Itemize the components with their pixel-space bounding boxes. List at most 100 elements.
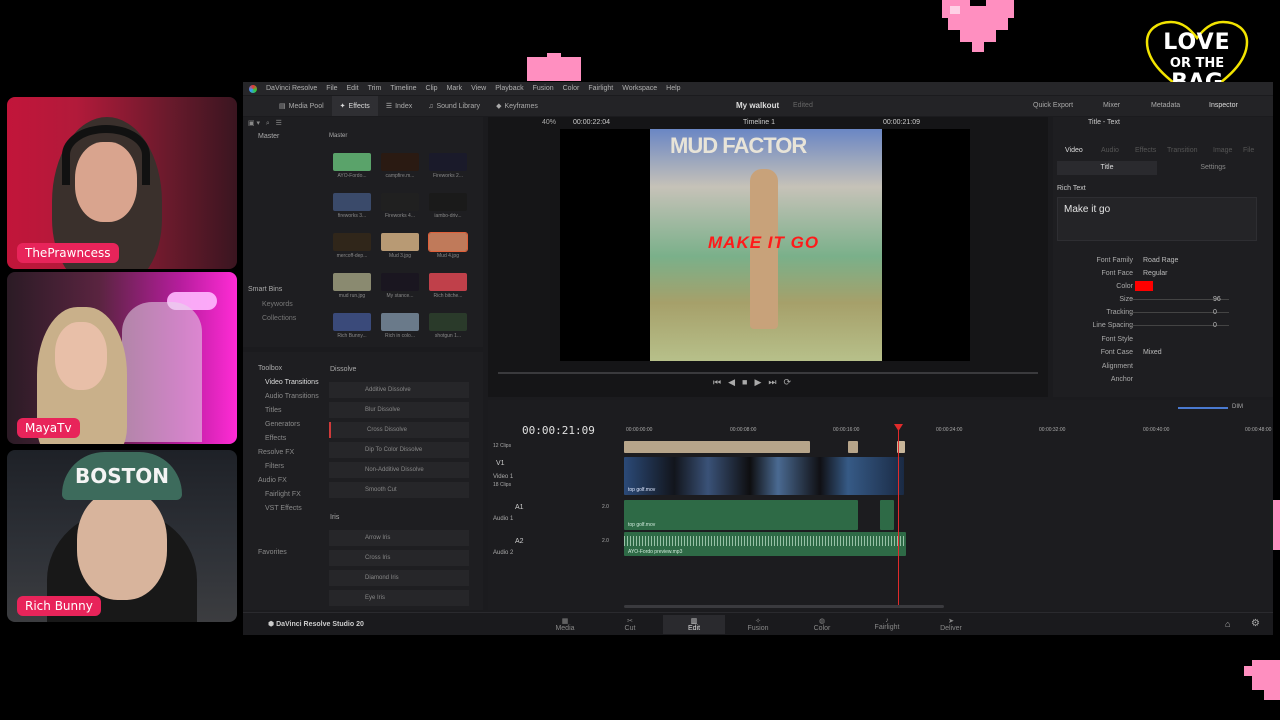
media-thumbnail[interactable] (429, 313, 467, 331)
playhead-scrubber[interactable] (498, 372, 1038, 374)
sound-library-button[interactable]: ♫ Sound Library (420, 96, 488, 116)
media-thumbnail[interactable] (429, 193, 467, 211)
menu-fusion[interactable]: Fusion (533, 85, 554, 92)
tree-generators[interactable]: Generators (265, 421, 300, 428)
title-clip[interactable] (848, 441, 858, 453)
page-media[interactable]: ▦ Media (545, 617, 585, 632)
mixer-button[interactable]: Mixer (1103, 102, 1120, 109)
master-bin-label[interactable]: Master (258, 133, 279, 140)
page-fusion[interactable]: ✧ Fusion (738, 617, 778, 632)
color-swatch[interactable] (1135, 281, 1153, 291)
media-thumbnail[interactable] (333, 313, 371, 331)
media-thumbnail[interactable] (429, 153, 467, 171)
keywords-bin[interactable]: Keywords (262, 301, 293, 308)
subtab-settings[interactable]: Settings (1163, 161, 1263, 175)
media-thumbnail[interactable] (381, 313, 419, 331)
playhead[interactable] (898, 428, 899, 608)
size-value[interactable]: 96 (1213, 296, 1221, 303)
video-clips-track[interactable] (624, 457, 904, 495)
timeline-scrollbar[interactable] (624, 605, 944, 608)
iris-item[interactable]: Eye Iris (329, 590, 469, 606)
menu-fairlight[interactable]: Fairlight (588, 85, 613, 92)
inspector-button[interactable]: Inspector (1209, 102, 1238, 109)
timeline-name[interactable]: Timeline 1 (743, 119, 775, 126)
iris-item[interactable]: Cross Iris (329, 550, 469, 566)
media-thumbnail[interactable] (429, 273, 467, 291)
collections-bin[interactable]: Collections (262, 315, 296, 322)
menu-file[interactable]: File (326, 85, 337, 92)
inspector-tab-file[interactable]: File (1243, 147, 1254, 154)
dissolve-item[interactable]: Dip To Color Dissolve (329, 442, 469, 458)
dim-button[interactable]: DIM (1232, 404, 1243, 410)
menu-app[interactable]: DaVinci Resolve (266, 85, 317, 92)
keyframes-button[interactable]: ◆ Keyframes (488, 96, 546, 116)
home-icon[interactable]: ⌂ (1225, 619, 1230, 629)
section-iris[interactable]: Iris (330, 514, 339, 521)
jump-end-icon[interactable]: ⏭ (768, 377, 783, 387)
menu-help[interactable]: Help (666, 85, 680, 92)
page-fairlight[interactable]: ♪ Fairlight (867, 617, 907, 631)
media-thumbnail[interactable] (333, 193, 371, 211)
jump-start-icon[interactable]: ⏮ (713, 377, 728, 387)
menu-color[interactable]: Color (563, 85, 580, 92)
track-a1-id[interactable]: A1 (515, 504, 524, 511)
media-thumbnail[interactable] (428, 232, 468, 252)
dissolve-item[interactable]: Additive Dissolve (329, 382, 469, 398)
font-family-select[interactable]: Road Rage (1143, 257, 1178, 264)
playhead-marker-icon[interactable] (894, 424, 903, 431)
title-clips-track[interactable] (624, 441, 810, 453)
play-icon[interactable]: ▶ (754, 377, 768, 387)
media-pool-button[interactable]: ▤ Media Pool (271, 96, 332, 116)
menu-clip[interactable]: Clip (426, 85, 438, 92)
menu-playback[interactable]: Playback (495, 85, 523, 92)
tree-video-transitions[interactable]: Video Transitions (265, 379, 319, 386)
page-deliver[interactable]: ➤ Deliver (931, 617, 971, 632)
tree-effects[interactable]: Effects (265, 435, 286, 442)
tree-favorites[interactable]: Favorites (258, 549, 287, 556)
font-case-select[interactable]: Mixed (1143, 349, 1162, 356)
page-cut[interactable]: ✂ Cut (610, 617, 650, 632)
loop-icon[interactable]: ⟳ (784, 377, 799, 387)
audio1-clips-track[interactable] (624, 500, 858, 530)
quick-export-button[interactable]: Quick Export (1033, 102, 1073, 109)
menu-edit[interactable]: Edit (347, 85, 359, 92)
metadata-button[interactable]: Metadata (1151, 102, 1180, 109)
menu-timeline[interactable]: Timeline (390, 85, 416, 92)
title-overlay-text[interactable]: MAKE IT GO (708, 233, 819, 253)
font-face-select[interactable]: Regular (1143, 270, 1168, 277)
tree-resolve-fx[interactable]: Resolve FX (258, 449, 294, 456)
dissolve-item[interactable]: Smooth Cut (329, 482, 469, 498)
inspector-tab-effects[interactable]: Effects (1135, 147, 1156, 154)
tree-filters[interactable]: Filters (265, 463, 284, 470)
page-color[interactable]: ◍ Color (802, 617, 842, 632)
toolbox-label[interactable]: Toolbox (258, 365, 282, 372)
tree-audio-fx[interactable]: Audio FX (258, 477, 287, 484)
iris-item[interactable]: Diamond Iris (329, 570, 469, 586)
media-thumbnail[interactable] (333, 273, 371, 291)
line-spacing-value[interactable]: 0 (1213, 322, 1217, 329)
media-thumbnail[interactable] (381, 153, 419, 171)
page-edit[interactable]: ▥ Edit (663, 615, 725, 634)
tree-titles[interactable]: Titles (265, 407, 281, 414)
inspector-tab-video[interactable]: Video (1065, 147, 1083, 154)
menu-view[interactable]: View (471, 85, 486, 92)
dissolve-item[interactable]: Blur Dissolve (329, 402, 469, 418)
iris-item[interactable]: Arrow Iris (329, 530, 469, 546)
inspector-tab-image[interactable]: Image (1213, 147, 1232, 154)
audio1-clip-end[interactable] (880, 500, 894, 530)
dissolve-item[interactable]: Cross Dissolve (329, 422, 469, 438)
menu-trim[interactable]: Trim (368, 85, 382, 92)
tree-audio-transitions[interactable]: Audio Transitions (265, 393, 319, 400)
play-reverse-icon[interactable]: ◀ (728, 377, 742, 387)
effects-button[interactable]: ✦ Effects (331, 96, 378, 116)
media-thumbnail[interactable] (381, 233, 419, 251)
index-button[interactable]: ☰ Index (378, 96, 420, 116)
section-dissolve[interactable]: Dissolve (330, 366, 356, 373)
dissolve-item[interactable]: Non-Additive Dissolve (329, 462, 469, 478)
media-thumbnail[interactable] (333, 153, 371, 171)
track-a2-id[interactable]: A2 (515, 538, 524, 545)
subtab-title[interactable]: Title (1057, 161, 1157, 175)
menu-mark[interactable]: Mark (447, 85, 463, 92)
track-v1-id[interactable]: V1 (496, 460, 505, 467)
media-thumbnail[interactable] (333, 233, 371, 251)
